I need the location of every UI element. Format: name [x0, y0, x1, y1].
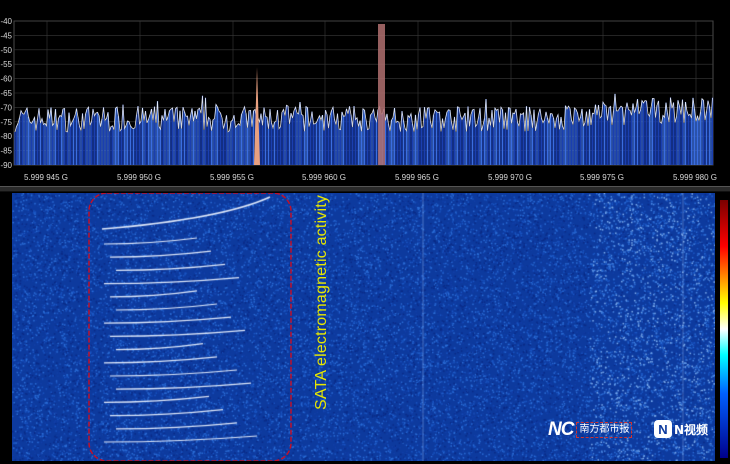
y-tick-label: -40 — [0, 17, 12, 26]
x-tick-label: 5.999 970 G — [488, 173, 532, 182]
panel-divider[interactable] — [0, 186, 730, 192]
video-watermark: N N视频 — [654, 418, 708, 440]
y-tick-label: -65 — [0, 89, 12, 98]
x-tick-label: 5.999 965 G — [395, 173, 439, 182]
x-tick-label: 5.999 955 G — [210, 173, 254, 182]
newspaper-watermark: NC 南方都市报 — [548, 419, 644, 441]
highlight-region — [88, 193, 292, 461]
x-tick-label: 5.999 980 G — [673, 173, 717, 182]
newspaper-name: 南方都市报 — [576, 422, 633, 438]
y-tick-label: -50 — [0, 46, 12, 55]
y-tick-label: -85 — [0, 147, 12, 156]
x-tick-label: 5.999 975 G — [580, 173, 624, 182]
y-tick-label: -45 — [0, 31, 12, 40]
annotation-label: SATA electromagnetic activity — [313, 194, 330, 410]
y-tick-label: -60 — [0, 75, 12, 84]
color-scale-bar — [720, 200, 728, 458]
x-tick-label: 5.999 945 G — [24, 173, 68, 182]
y-tick-label: -90 — [0, 161, 12, 170]
spectrum-chart: -40 -45 -50 -55 -60 -65 -70 -75 -80 -85 -90 5.999 9… — [0, 17, 717, 182]
spectrum-panel: -40 -45 -50 -55 -60 -65 -70 -75 -80 -85 -90 5.999 9… — [0, 0, 730, 186]
x-tick-label: 5.999 960 G — [302, 173, 346, 182]
y-tick-label: -55 — [0, 60, 12, 69]
n-video-icon: N — [654, 420, 672, 438]
nd-logo-icon: NC — [548, 419, 574, 440]
y-tick-label: -80 — [0, 132, 12, 141]
spectrum-peak-marker — [378, 24, 385, 165]
y-tick-label: -70 — [0, 103, 12, 112]
y-tick-label: -75 — [0, 118, 12, 127]
video-brand-name: N视频 — [674, 422, 709, 437]
x-tick-label: 5.999 950 G — [117, 173, 161, 182]
